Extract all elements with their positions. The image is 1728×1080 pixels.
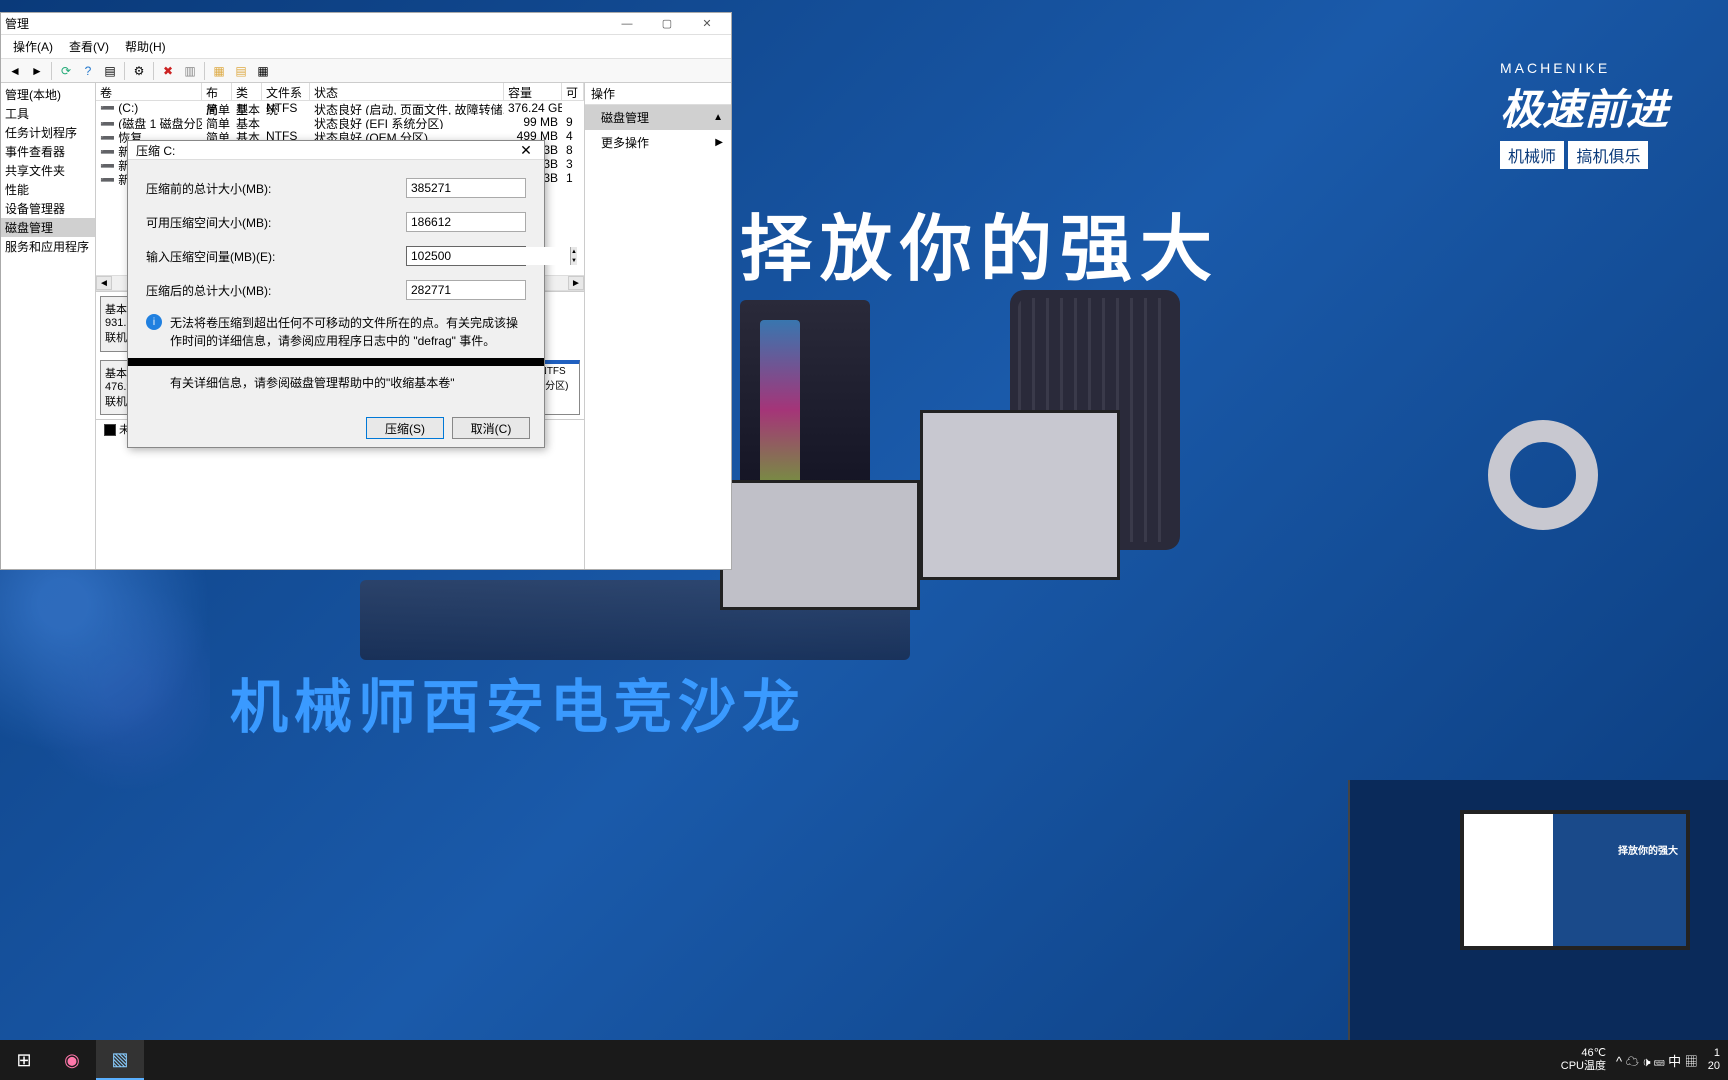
system-tray[interactable]: 46℃ CPU温度 ^ ☁ 🕩 ⌨ 中 ▦ 1 20 — [1561, 1047, 1728, 1073]
label-available: 可用压缩空间大小(MB): — [146, 214, 406, 231]
volume-table-header[interactable]: 卷 布局 类型 文件系统 状态 容量 可 — [96, 83, 584, 101]
menu-action[interactable]: 操作(A) — [5, 36, 61, 57]
col-volume[interactable]: 卷 — [96, 83, 202, 100]
close-button[interactable]: ✕ — [687, 14, 727, 34]
label-total-before: 压缩前的总计大小(MB): — [146, 180, 406, 197]
cancel-button[interactable]: 取消(C) — [452, 417, 530, 439]
wallpaper-event-text: 机械师西安电竞沙龙 — [230, 660, 806, 744]
tree-item[interactable]: 共享文件夹 — [1, 161, 95, 180]
window-title: 管理 — [5, 15, 607, 32]
legend-unallocated-icon — [104, 424, 116, 436]
col-layout[interactable]: 布局 — [202, 83, 232, 100]
menu-view[interactable]: 查看(V) — [61, 36, 117, 57]
actions-more[interactable]: 更多操作▶ — [585, 130, 731, 155]
maximize-button[interactable]: ▢ — [647, 14, 687, 34]
label-total-after: 压缩后的总计大小(MB): — [146, 282, 406, 299]
properties-icon[interactable]: ▤ — [100, 61, 120, 81]
shrink-button[interactable]: 压缩(S) — [366, 417, 444, 439]
forward-icon[interactable]: ► — [27, 61, 47, 81]
settings-icon[interactable]: ⚙ — [129, 61, 149, 81]
dialog-titlebar[interactable]: 压缩 C: ✕ — [128, 141, 544, 160]
grid-icon[interactable]: ▦ — [253, 61, 273, 81]
window-titlebar[interactable]: 管理 — ▢ ✕ — [1, 13, 731, 35]
spinner-down-icon[interactable]: ▼ — [571, 256, 577, 265]
webcam-overlay: 择放你的强大 — [1348, 780, 1728, 1040]
scroll-left-icon[interactable]: ◄ — [96, 276, 112, 290]
actions-panel: 操作 磁盘管理▲ 更多操作▶ — [585, 83, 731, 569]
refresh-icon[interactable]: ⟳ — [56, 61, 76, 81]
clock[interactable]: 1 20 — [1708, 1047, 1720, 1073]
menubar: 操作(A) 查看(V) 帮助(H) — [1, 35, 731, 59]
taskbar-app-1[interactable]: ◉ — [48, 1040, 96, 1080]
wallpaper-laptop-1 — [720, 480, 920, 610]
col-fs[interactable]: 文件系统 — [262, 83, 310, 100]
nav-tree[interactable]: 管理(本地) 工具 任务计划程序 事件查看器 共享文件夹 性能 设备管理器 磁盘… — [1, 83, 96, 569]
brand-cn: 极速前进 — [1500, 76, 1668, 137]
info-text-1: 无法将卷压缩到超出任何不可移动的文件所在的点。有关完成该操作时间的详细信息，请参… — [170, 314, 526, 350]
tree-root[interactable]: 管理(本地) — [1, 85, 95, 104]
info-text-2: 有关详细信息，请参阅磁盘管理帮助中的"收缩基本卷" — [170, 374, 526, 391]
help-icon[interactable]: ? — [78, 61, 98, 81]
brand-sub1: 机械师 — [1500, 141, 1564, 169]
taskbar-disk-mgmt[interactable]: ▧ — [96, 1040, 144, 1080]
table-row[interactable]: ➖ (磁盘 1 磁盘分区 2)简单基本状态良好 (EFI 系统分区)99 MB9 — [96, 115, 584, 129]
scroll-right-icon[interactable]: ► — [568, 276, 584, 290]
tree-item[interactable]: 任务计划程序 — [1, 123, 95, 142]
tree-disk-mgmt[interactable]: 磁盘管理 — [1, 218, 95, 237]
col-free[interactable]: 可 — [562, 83, 584, 100]
shrink-amount-input[interactable]: ▲ ▼ — [406, 246, 526, 266]
tree-item[interactable]: 工具 — [1, 104, 95, 123]
spinner-up-icon[interactable]: ▲ — [571, 247, 577, 256]
actions-header: 操作 — [585, 83, 731, 105]
shrink-amount-field[interactable] — [407, 247, 570, 265]
cpu-temp-widget[interactable]: 46℃ CPU温度 — [1561, 1047, 1606, 1073]
pip-laptop-screen: 择放你的强大 — [1460, 810, 1690, 950]
taskbar[interactable]: ⊞ ◉ ▧ 46℃ CPU温度 ^ ☁ 🕩 ⌨ 中 ▦ 1 20 — [0, 1040, 1728, 1080]
label-shrink-amount: 输入压缩空间量(MB)(E): — [146, 248, 406, 265]
back-icon[interactable]: ◄ — [5, 61, 25, 81]
brand-logo: MACHENIKE 极速前进 机械师 搞机俱乐 — [1500, 60, 1668, 169]
dialog-title: 压缩 C: — [136, 142, 175, 159]
wallpaper-ring — [1488, 420, 1598, 530]
col-type[interactable]: 类型 — [232, 83, 262, 100]
tree-item[interactable]: 服务和应用程序 — [1, 237, 95, 256]
value-available: 186612 — [406, 212, 526, 232]
detail-icon[interactable]: ▤ — [231, 61, 251, 81]
dialog-close-button[interactable]: ✕ — [512, 142, 540, 159]
table-row[interactable]: ➖ (C:)简单基本NTFS状态良好 (启动, 页面文件, 故障转储, 主分区)… — [96, 101, 584, 115]
tree-item[interactable]: 设备管理器 — [1, 199, 95, 218]
value-total-after: 282771 — [406, 280, 526, 300]
tree-item[interactable]: 事件查看器 — [1, 142, 95, 161]
list-icon[interactable]: ▦ — [209, 61, 229, 81]
brand-en: MACHENIKE — [1500, 60, 1668, 76]
brand-sub2: 搞机俱乐 — [1568, 141, 1648, 169]
menu-help[interactable]: 帮助(H) — [117, 36, 174, 57]
collapse-icon: ▲ — [713, 112, 723, 123]
info-icon: i — [146, 314, 162, 330]
toolbar: ◄ ► ⟳ ? ▤ ⚙ ✖ ▥ ▦ ▤ ▦ — [1, 59, 731, 83]
tray-icons[interactable]: ^ ☁ 🕩 ⌨ 中 ▦ — [1616, 1051, 1698, 1070]
tree-item[interactable]: 性能 — [1, 180, 95, 199]
divider — [128, 358, 544, 366]
wallpaper-slogan: 择放你的强大 — [740, 190, 1220, 295]
actions-disk-mgmt[interactable]: 磁盘管理▲ — [585, 105, 731, 130]
col-status[interactable]: 状态 — [310, 83, 504, 100]
col-capacity[interactable]: 容量 — [504, 83, 562, 100]
delete-icon[interactable]: ✖ — [158, 61, 178, 81]
expand-icon: ▶ — [715, 137, 723, 148]
minimize-button[interactable]: — — [607, 14, 647, 34]
start-button[interactable]: ⊞ — [0, 1040, 48, 1080]
shrink-volume-dialog: 压缩 C: ✕ 压缩前的总计大小(MB): 385271 可用压缩空间大小(MB… — [127, 140, 545, 448]
value-total-before: 385271 — [406, 178, 526, 198]
wallpaper-laptop-2 — [920, 410, 1120, 580]
disk-icon[interactable]: ▥ — [180, 61, 200, 81]
